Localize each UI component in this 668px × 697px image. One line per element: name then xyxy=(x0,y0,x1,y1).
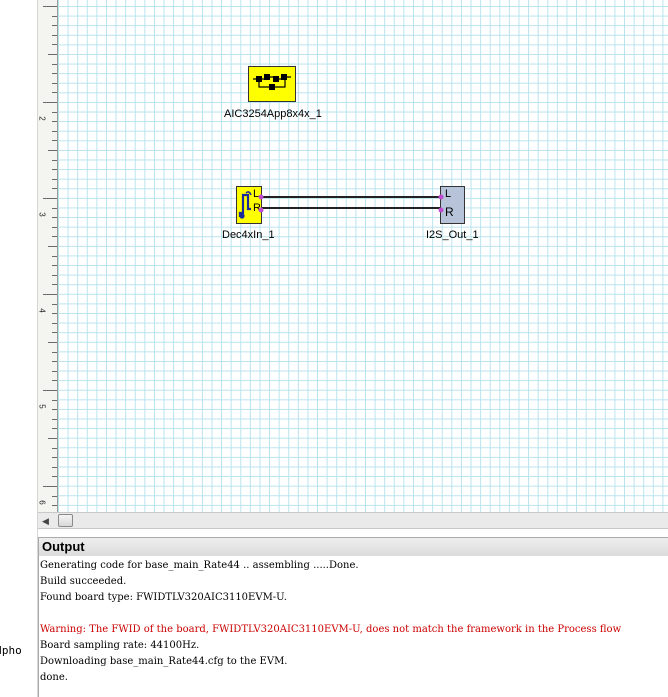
ruler-tick xyxy=(52,409,57,411)
ruler-label: 2 xyxy=(38,116,47,121)
ruler-tick xyxy=(52,111,57,113)
dec4x-port-r: R xyxy=(253,202,261,214)
ruler-tick xyxy=(52,380,57,382)
ruler-tick xyxy=(52,159,57,161)
dec4x-port-l: L xyxy=(253,188,260,200)
processing-chain-icon xyxy=(253,74,291,90)
output-pane-title: Output xyxy=(38,537,668,556)
ruler-tick xyxy=(52,178,57,180)
output-line: Board sampling rate: 44100Hz. xyxy=(40,640,200,651)
ruler-tick xyxy=(52,274,57,276)
ruler-tick xyxy=(52,188,57,190)
design-canvas[interactable]: AIC3254App8x4x_1 L R Dec4xIn_1 L R I2S_O… xyxy=(58,0,668,512)
ruler-tick xyxy=(48,150,57,151)
ruler-tick xyxy=(48,54,57,55)
dec4x-in-label: Dec4xIn_1 xyxy=(222,229,275,241)
left-panel-text: eadpho xyxy=(0,644,22,657)
ruler-tick xyxy=(52,25,57,27)
ruler-tick xyxy=(52,370,57,372)
ruler-tick xyxy=(52,255,57,257)
ruler-tick xyxy=(52,505,57,507)
ruler-tick xyxy=(52,207,57,209)
i2s-port-l: L xyxy=(445,188,452,200)
ruler-tick xyxy=(52,82,57,84)
ruler-tick xyxy=(52,428,57,430)
ruler-tick xyxy=(52,313,57,315)
i2s-out-label: I2S_Out_1 xyxy=(426,229,479,241)
ruler-tick xyxy=(52,303,57,305)
output-line: Downloading base_main_Rate44.cfg to the … xyxy=(40,656,288,667)
ruler-tick xyxy=(43,390,57,391)
ruler-tick xyxy=(52,44,57,46)
scroll-thumb[interactable] xyxy=(58,514,73,527)
ruler-label: 5 xyxy=(38,404,47,409)
ruler-tick xyxy=(52,284,57,286)
output-line: Generating code for base_main_Rate44 .. … xyxy=(40,560,359,571)
ruler-tick xyxy=(52,130,57,132)
output-warning-line: Warning: The FWID of the board, FWIDTLV3… xyxy=(40,624,622,635)
ruler-tick xyxy=(52,495,57,497)
ruler-label: 4 xyxy=(38,308,47,313)
output-line: done. xyxy=(40,672,68,683)
ruler-tick xyxy=(52,217,57,219)
ruler-tick xyxy=(52,265,57,267)
ruler-tick xyxy=(48,246,57,247)
ruler-tick xyxy=(52,447,57,449)
horizontal-scrollbar[interactable]: ◀ xyxy=(38,512,668,529)
ruler-tick xyxy=(43,198,57,199)
ruler-tick xyxy=(52,121,57,123)
ruler-tick xyxy=(52,466,57,468)
ruler-tick xyxy=(52,92,57,94)
dec4x-in-block[interactable]: L R xyxy=(236,186,262,224)
ruler-tick xyxy=(43,294,57,295)
output-line: Build succeeded. xyxy=(40,576,127,587)
ruler-tick xyxy=(48,438,57,439)
ruler-tick xyxy=(52,236,57,238)
ruler-tick xyxy=(48,342,57,343)
ruler-tick xyxy=(52,63,57,65)
ruler-tick xyxy=(52,399,57,401)
i2s-out-block[interactable]: L R xyxy=(440,186,465,224)
ruler-tick xyxy=(52,457,57,459)
aic3254-app-label: AIC3254App8x4x_1 xyxy=(224,108,322,120)
ruler-tick xyxy=(52,226,57,228)
output-log[interactable]: Generating code for base_main_Rate44 .. … xyxy=(38,556,668,697)
i2s-port-r: R xyxy=(445,205,454,219)
ruler-label: 3 xyxy=(38,212,47,217)
ruler-tick xyxy=(52,476,57,478)
aic3254-app-block[interactable] xyxy=(248,66,296,102)
left-panel: eadpho xyxy=(0,0,38,697)
scroll-left-arrow-icon[interactable]: ◀ xyxy=(42,514,49,528)
connection-layer xyxy=(258,194,444,213)
ruler-tick xyxy=(52,332,57,334)
ruler-tick xyxy=(52,418,57,420)
ruler-tick xyxy=(43,486,57,487)
output-line: Found board type: FWIDTLV320AIC3110EVM-U… xyxy=(40,592,287,603)
ruler-tick xyxy=(52,351,57,353)
ruler-tick xyxy=(52,140,57,142)
ruler-tick xyxy=(52,361,57,363)
ruler-tick xyxy=(43,102,57,103)
ruler-tick xyxy=(52,34,57,36)
vertical-ruler: 2 3 4 5 6 xyxy=(38,0,58,512)
ruler-tick xyxy=(52,15,57,17)
ruler-tick xyxy=(52,322,57,324)
ruler-label: 6 xyxy=(38,500,47,505)
ruler-tick xyxy=(52,169,57,171)
ruler-tick xyxy=(52,73,57,75)
ruler-tick xyxy=(43,6,57,7)
